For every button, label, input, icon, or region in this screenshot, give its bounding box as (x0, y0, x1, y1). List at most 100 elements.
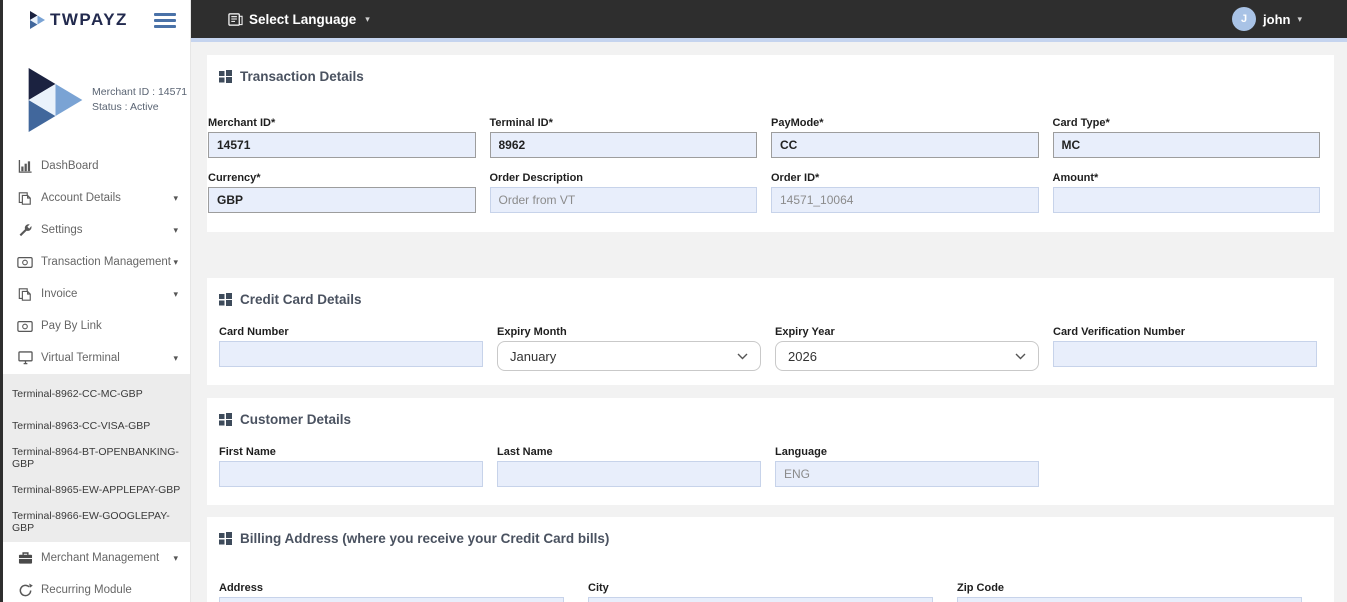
file-copy-icon (17, 190, 33, 206)
field-label-card-number: Card Number (219, 326, 289, 338)
grid-icon (219, 532, 232, 545)
terminal-id-field[interactable] (489, 132, 757, 158)
chevron-down-icon (737, 353, 748, 360)
merchant-block: Merchant ID : 14571 Status : Active (0, 68, 190, 132)
section-header: Billing Address (where you receive your … (207, 517, 1334, 546)
section-title: Billing Address (where you receive your … (240, 531, 610, 546)
order-description-field[interactable] (489, 187, 757, 213)
field-label-expiry-year: Expiry Year (775, 326, 835, 338)
card-number-field[interactable] (219, 341, 483, 367)
field-label-amount: Amount* (1052, 172, 1099, 184)
sidebar-item-label: Invoice (41, 288, 78, 300)
refresh-icon (17, 582, 33, 598)
field-label-language: Language (775, 446, 827, 458)
chevron-down-icon: ▾ (173, 224, 178, 235)
field-label-order-id: Order ID* (771, 172, 820, 184)
sidebar-item-terminal-8966[interactable]: Terminal-8966-EW-GOOGLEPAY-GBP (0, 506, 190, 538)
user-menu[interactable]: J john ▾ (1232, 7, 1302, 31)
last-name-field[interactable] (497, 461, 761, 487)
chevron-down-icon: ▾ (1297, 13, 1302, 24)
brand-logo-icon (30, 11, 45, 29)
grid-icon (219, 293, 232, 306)
field-label-first-name: First Name (219, 446, 276, 458)
card-verification-number-field[interactable] (1053, 341, 1317, 367)
order-id-field[interactable] (771, 187, 1039, 213)
sidebar-header: TWPAYZ (0, 0, 190, 40)
hamburger-menu-icon[interactable] (154, 10, 176, 31)
bar-chart-icon (17, 158, 33, 174)
section-title: Customer Details (240, 412, 352, 427)
sidebar-nav: DashBoard Account Details ▾ Settings ▾ T… (0, 150, 190, 602)
user-name: john (1263, 11, 1291, 27)
zip-code-field[interactable] (957, 597, 1302, 602)
field-label-last-name: Last Name (497, 446, 553, 458)
sidebar-item-terminal-8964[interactable]: Terminal-8964-BT-OPENBANKING-GBP (0, 442, 190, 474)
card-type-field[interactable] (1052, 132, 1320, 158)
amount-field[interactable] (1052, 187, 1320, 213)
sidebar-item-account-details[interactable]: Account Details ▾ (0, 182, 190, 214)
chevron-down-icon: ▾ (173, 192, 178, 203)
field-label-address: Address (219, 582, 264, 594)
field-label-merchant-id: Merchant ID* (208, 117, 276, 129)
file-copy-icon (17, 286, 33, 302)
sidebar-item-label: Pay By Link (41, 320, 102, 332)
grid-icon (219, 413, 232, 426)
sidebar-item-label: DashBoard (41, 160, 99, 172)
language-dropdown[interactable]: Select Language ▾ (228, 12, 370, 27)
sidebar-item-label: Merchant Management (41, 552, 160, 564)
avatar: J (1232, 7, 1257, 31)
field-label-cvn: Card Verification Number (1053, 326, 1186, 338)
main-content: Transaction Details Merchant ID* Termina… (191, 42, 1347, 602)
sidebar-item-label: Account Details (41, 192, 121, 204)
section-title: Credit Card Details (240, 292, 362, 307)
chevron-down-icon: ▾ (173, 288, 178, 299)
credit-card-details-panel: Credit Card Details Card Number Expiry M… (207, 278, 1334, 385)
sidebar-item-dashboard[interactable]: DashBoard (0, 150, 190, 182)
billing-address-panel: Billing Address (where you receive your … (207, 517, 1334, 602)
field-label-terminal-id: Terminal ID* (489, 117, 553, 129)
expiry-month-value: January (510, 348, 557, 364)
sidebar-item-merchant-management[interactable]: Merchant Management ▾ (0, 542, 190, 574)
sidebar-item-invoice[interactable]: Invoice ▾ (0, 278, 190, 310)
transaction-details-panel: Transaction Details Merchant ID* Termina… (207, 55, 1334, 232)
language-field[interactable] (775, 461, 1039, 487)
sidebar-item-virtual-terminal[interactable]: Virtual Terminal ▾ (0, 342, 190, 374)
expiry-year-select[interactable]: 2026 (775, 341, 1039, 371)
sidebar-item-terminal-8965[interactable]: Terminal-8965-EW-APPLEPAY-GBP (0, 474, 190, 506)
field-label-paymode: PayMode* (771, 117, 824, 129)
first-name-field[interactable] (219, 461, 483, 487)
sidebar-item-pay-by-link[interactable]: Pay By Link (0, 310, 190, 342)
sidebar: TWPAYZ Merchant ID : 14571 Status : Acti… (0, 0, 191, 602)
window-left-edge (0, 0, 3, 602)
merchant-status-text: Status : Active (92, 101, 159, 113)
currency-field[interactable] (208, 187, 476, 213)
city-field[interactable] (588, 597, 933, 602)
merchant-logo-icon (28, 68, 83, 132)
paymode-field[interactable] (771, 132, 1039, 158)
field-label-order-description: Order Description (489, 172, 584, 184)
terminal-label: Terminal-8964-BT-OPENBANKING-GBP (12, 446, 179, 470)
field-label-expiry-month: Expiry Month (497, 326, 567, 338)
sidebar-item-terminal-8963[interactable]: Terminal-8963-CC-VISA-GBP (0, 410, 190, 442)
chevron-down-icon: ▾ (173, 552, 178, 563)
section-header: Transaction Details (207, 55, 1334, 84)
terminal-label: Terminal-8965-EW-APPLEPAY-GBP (12, 484, 181, 496)
merchant-id-field[interactable] (208, 132, 476, 158)
address-field[interactable] (219, 597, 564, 602)
expiry-month-select[interactable]: January (497, 341, 761, 371)
sidebar-item-label: Recurring Module (41, 584, 132, 596)
expiry-year-value: 2026 (788, 348, 817, 364)
sidebar-item-terminal-8962[interactable]: Terminal-8962-CC-MC-GBP (0, 378, 190, 410)
terminal-label: Terminal-8962-CC-MC-GBP (12, 388, 143, 400)
sidebar-item-transaction-management[interactable]: Transaction Management ▾ (0, 246, 190, 278)
sidebar-item-settings[interactable]: Settings ▾ (0, 214, 190, 246)
section-header: Customer Details (207, 398, 1334, 427)
terminal-submenu: Terminal-8962-CC-MC-GBP Terminal-8963-CC… (0, 374, 190, 542)
monitor-icon (17, 350, 33, 366)
chevron-down-icon: ▾ (365, 13, 370, 24)
sidebar-item-recurring-module[interactable]: Recurring Module (0, 574, 190, 602)
sidebar-item-label: Settings (41, 224, 83, 236)
briefcase-icon (17, 550, 33, 566)
banknote-icon (17, 254, 33, 270)
chevron-down-icon: ▾ (173, 352, 178, 363)
